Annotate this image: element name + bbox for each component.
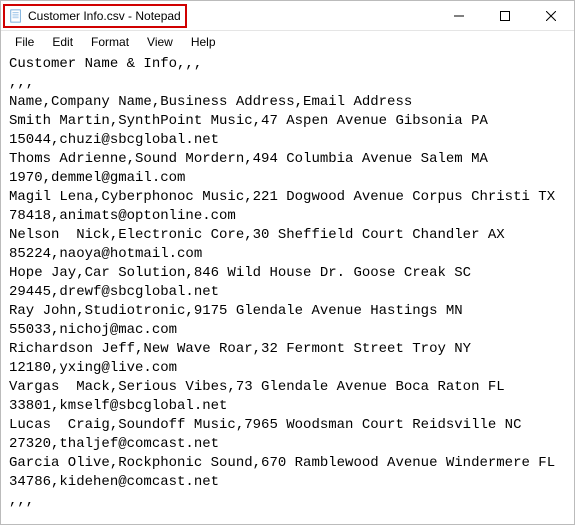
text-line: ,,, xyxy=(9,74,568,93)
text-line: 1970,demmel@gmail.com xyxy=(9,169,568,188)
window-controls xyxy=(436,1,574,30)
text-line: 55033,nichoj@mac.com xyxy=(9,321,568,340)
menu-help[interactable]: Help xyxy=(183,33,224,51)
menu-file[interactable]: File xyxy=(7,33,42,51)
text-line: 78418,animats@optonline.com xyxy=(9,207,568,226)
text-line: Magil Lena,Cyberphonoc Music,221 Dogwood… xyxy=(9,188,568,207)
close-icon xyxy=(546,11,556,21)
text-line: Customer Name & Info,,, xyxy=(9,55,568,74)
menu-format[interactable]: Format xyxy=(83,33,137,51)
text-content-area[interactable]: Customer Name & Info,,,,,,Name,Company N… xyxy=(1,55,574,517)
text-line: Ray John,Studiotronic,9175 Glendale Aven… xyxy=(9,302,568,321)
window-title: Customer Info.csv - Notepad xyxy=(28,9,181,23)
text-line: 27320,thaljef@comcast.net xyxy=(9,435,568,454)
window-titlebar: Customer Info.csv - Notepad xyxy=(1,1,574,31)
text-line: Vargas Mack,Serious Vibes,73 Glendale Av… xyxy=(9,378,568,397)
text-line: 33801,kmself@sbcglobal.net xyxy=(9,397,568,416)
text-line: 12180,yxing@live.com xyxy=(9,359,568,378)
text-line: Thoms Adrienne,Sound Mordern,494 Columbi… xyxy=(9,150,568,169)
text-line: ,,, xyxy=(9,492,568,511)
menu-edit[interactable]: Edit xyxy=(44,33,81,51)
maximize-button[interactable] xyxy=(482,1,528,31)
text-line: 15044,chuzi@sbcglobal.net xyxy=(9,131,568,150)
menubar: File Edit Format View Help xyxy=(1,31,574,55)
minimize-icon xyxy=(454,11,464,21)
notepad-icon xyxy=(9,9,23,23)
text-line: Hope Jay,Car Solution,846 Wild House Dr.… xyxy=(9,264,568,283)
title-highlight-box: Customer Info.csv - Notepad xyxy=(3,4,187,28)
minimize-button[interactable] xyxy=(436,1,482,31)
maximize-icon xyxy=(500,11,510,21)
menu-view[interactable]: View xyxy=(139,33,181,51)
text-line: Nelson Nick,Electronic Core,30 Sheffield… xyxy=(9,226,568,245)
text-line: Lucas Craig,Soundoff Music,7965 Woodsman… xyxy=(9,416,568,435)
text-line: Garcia Olive,Rockphonic Sound,670 Ramble… xyxy=(9,454,568,473)
text-line: Name,Company Name,Business Address,Email… xyxy=(9,93,568,112)
text-line: 85224,naoya@hotmail.com xyxy=(9,245,568,264)
text-line: Smith Martin,SynthPoint Music,47 Aspen A… xyxy=(9,112,568,131)
text-line: Richardson Jeff,New Wave Roar,32 Fermont… xyxy=(9,340,568,359)
text-line: 34786,kidehen@comcast.net xyxy=(9,473,568,492)
text-line: 29445,drewf@sbcglobal.net xyxy=(9,283,568,302)
close-button[interactable] xyxy=(528,1,574,31)
